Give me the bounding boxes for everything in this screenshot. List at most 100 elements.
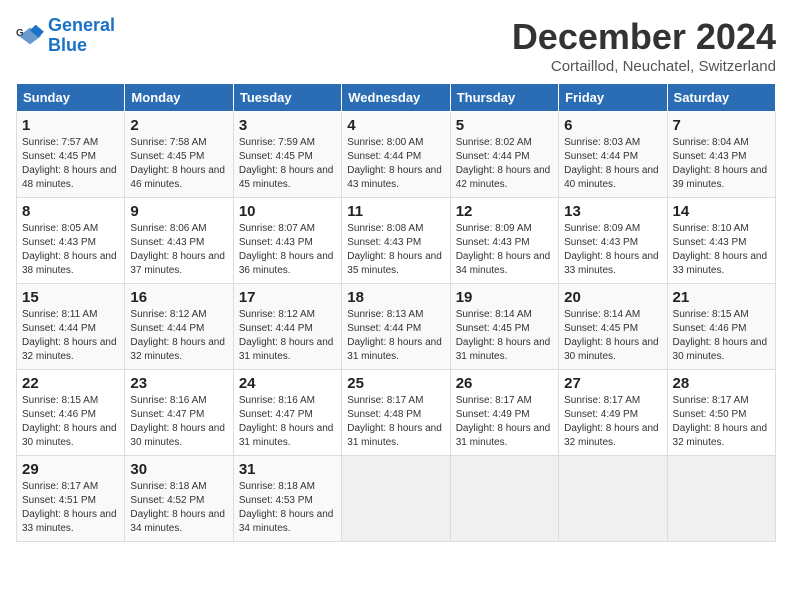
day-number: 20 [564, 289, 661, 306]
calendar-table: SundayMondayTuesdayWednesdayThursdayFrid… [16, 83, 776, 542]
day-cell: 21 Sunrise: 8:15 AM Sunset: 4:46 PM Dayl… [667, 284, 775, 370]
day-info: Sunrise: 8:14 AM Sunset: 4:45 PM Dayligh… [564, 308, 661, 364]
day-cell: 11 Sunrise: 8:08 AM Sunset: 4:43 PM Dayl… [342, 198, 450, 284]
day-info: Sunrise: 8:17 AM Sunset: 4:49 PM Dayligh… [456, 394, 553, 450]
day-cell: 23 Sunrise: 8:16 AM Sunset: 4:47 PM Dayl… [125, 370, 233, 456]
day-info: Sunrise: 8:12 AM Sunset: 4:44 PM Dayligh… [130, 308, 227, 364]
week-row-0: 1 Sunrise: 7:57 AM Sunset: 4:45 PM Dayli… [17, 112, 776, 198]
header-tuesday: Tuesday [233, 84, 341, 112]
logo-general: General [48, 15, 115, 35]
day-cell [667, 456, 775, 542]
day-number: 3 [239, 117, 336, 134]
calendar-header: SundayMondayTuesdayWednesdayThursdayFrid… [17, 84, 776, 112]
header: G General Blue December 2024 Cortaillod,… [16, 16, 776, 75]
day-cell: 8 Sunrise: 8:05 AM Sunset: 4:43 PM Dayli… [17, 198, 125, 284]
day-number: 7 [673, 117, 770, 134]
day-info: Sunrise: 8:12 AM Sunset: 4:44 PM Dayligh… [239, 308, 336, 364]
header-thursday: Thursday [450, 84, 558, 112]
header-row: SundayMondayTuesdayWednesdayThursdayFrid… [17, 84, 776, 112]
day-number: 16 [130, 289, 227, 306]
day-cell: 22 Sunrise: 8:15 AM Sunset: 4:46 PM Dayl… [17, 370, 125, 456]
header-wednesday: Wednesday [342, 84, 450, 112]
day-number: 12 [456, 203, 553, 220]
day-cell: 26 Sunrise: 8:17 AM Sunset: 4:49 PM Dayl… [450, 370, 558, 456]
day-number: 19 [456, 289, 553, 306]
day-number: 6 [564, 117, 661, 134]
day-number: 2 [130, 117, 227, 134]
day-number: 31 [239, 461, 336, 478]
header-friday: Friday [559, 84, 667, 112]
day-cell: 25 Sunrise: 8:17 AM Sunset: 4:48 PM Dayl… [342, 370, 450, 456]
logo-icon: G [16, 22, 44, 50]
day-cell: 30 Sunrise: 8:18 AM Sunset: 4:52 PM Dayl… [125, 456, 233, 542]
day-cell: 17 Sunrise: 8:12 AM Sunset: 4:44 PM Dayl… [233, 284, 341, 370]
day-cell [450, 456, 558, 542]
day-info: Sunrise: 8:11 AM Sunset: 4:44 PM Dayligh… [22, 308, 119, 364]
day-cell: 27 Sunrise: 8:17 AM Sunset: 4:49 PM Dayl… [559, 370, 667, 456]
logo-text: General Blue [48, 16, 115, 56]
day-cell: 10 Sunrise: 8:07 AM Sunset: 4:43 PM Dayl… [233, 198, 341, 284]
day-info: Sunrise: 8:13 AM Sunset: 4:44 PM Dayligh… [347, 308, 444, 364]
day-number: 21 [673, 289, 770, 306]
day-number: 4 [347, 117, 444, 134]
day-cell: 19 Sunrise: 8:14 AM Sunset: 4:45 PM Dayl… [450, 284, 558, 370]
header-saturday: Saturday [667, 84, 775, 112]
day-info: Sunrise: 7:57 AM Sunset: 4:45 PM Dayligh… [22, 136, 119, 192]
day-number: 13 [564, 203, 661, 220]
week-row-1: 8 Sunrise: 8:05 AM Sunset: 4:43 PM Dayli… [17, 198, 776, 284]
day-cell: 15 Sunrise: 8:11 AM Sunset: 4:44 PM Dayl… [17, 284, 125, 370]
day-info: Sunrise: 8:14 AM Sunset: 4:45 PM Dayligh… [456, 308, 553, 364]
day-number: 17 [239, 289, 336, 306]
day-info: Sunrise: 8:17 AM Sunset: 4:51 PM Dayligh… [22, 480, 119, 536]
day-info: Sunrise: 8:16 AM Sunset: 4:47 PM Dayligh… [130, 394, 227, 450]
day-number: 8 [22, 203, 119, 220]
calendar-body: 1 Sunrise: 7:57 AM Sunset: 4:45 PM Dayli… [17, 112, 776, 542]
day-number: 9 [130, 203, 227, 220]
day-cell: 5 Sunrise: 8:02 AM Sunset: 4:44 PM Dayli… [450, 112, 558, 198]
day-info: Sunrise: 8:15 AM Sunset: 4:46 PM Dayligh… [22, 394, 119, 450]
day-cell: 6 Sunrise: 8:03 AM Sunset: 4:44 PM Dayli… [559, 112, 667, 198]
day-cell: 2 Sunrise: 7:58 AM Sunset: 4:45 PM Dayli… [125, 112, 233, 198]
day-cell: 24 Sunrise: 8:16 AM Sunset: 4:47 PM Dayl… [233, 370, 341, 456]
day-number: 11 [347, 203, 444, 220]
day-info: Sunrise: 8:07 AM Sunset: 4:43 PM Dayligh… [239, 222, 336, 278]
day-cell: 16 Sunrise: 8:12 AM Sunset: 4:44 PM Dayl… [125, 284, 233, 370]
week-row-3: 22 Sunrise: 8:15 AM Sunset: 4:46 PM Dayl… [17, 370, 776, 456]
day-number: 22 [22, 375, 119, 392]
day-info: Sunrise: 8:04 AM Sunset: 4:43 PM Dayligh… [673, 136, 770, 192]
week-row-4: 29 Sunrise: 8:17 AM Sunset: 4:51 PM Dayl… [17, 456, 776, 542]
day-info: Sunrise: 8:15 AM Sunset: 4:46 PM Dayligh… [673, 308, 770, 364]
day-info: Sunrise: 8:03 AM Sunset: 4:44 PM Dayligh… [564, 136, 661, 192]
day-cell: 7 Sunrise: 8:04 AM Sunset: 4:43 PM Dayli… [667, 112, 775, 198]
day-info: Sunrise: 8:02 AM Sunset: 4:44 PM Dayligh… [456, 136, 553, 192]
day-info: Sunrise: 8:00 AM Sunset: 4:44 PM Dayligh… [347, 136, 444, 192]
header-monday: Monday [125, 84, 233, 112]
day-info: Sunrise: 8:17 AM Sunset: 4:50 PM Dayligh… [673, 394, 770, 450]
day-number: 25 [347, 375, 444, 392]
day-info: Sunrise: 8:17 AM Sunset: 4:49 PM Dayligh… [564, 394, 661, 450]
day-number: 23 [130, 375, 227, 392]
day-cell [559, 456, 667, 542]
header-sunday: Sunday [17, 84, 125, 112]
day-cell: 13 Sunrise: 8:09 AM Sunset: 4:43 PM Dayl… [559, 198, 667, 284]
day-info: Sunrise: 8:09 AM Sunset: 4:43 PM Dayligh… [456, 222, 553, 278]
day-number: 27 [564, 375, 661, 392]
day-cell: 14 Sunrise: 8:10 AM Sunset: 4:43 PM Dayl… [667, 198, 775, 284]
logo: G General Blue [16, 16, 115, 56]
day-info: Sunrise: 7:58 AM Sunset: 4:45 PM Dayligh… [130, 136, 227, 192]
day-number: 24 [239, 375, 336, 392]
logo-blue: Blue [48, 36, 115, 56]
day-info: Sunrise: 8:05 AM Sunset: 4:43 PM Dayligh… [22, 222, 119, 278]
day-info: Sunrise: 8:16 AM Sunset: 4:47 PM Dayligh… [239, 394, 336, 450]
day-info: Sunrise: 8:18 AM Sunset: 4:53 PM Dayligh… [239, 480, 336, 536]
day-number: 26 [456, 375, 553, 392]
day-cell: 3 Sunrise: 7:59 AM Sunset: 4:45 PM Dayli… [233, 112, 341, 198]
subtitle: Cortaillod, Neuchatel, Switzerland [512, 58, 776, 75]
day-number: 5 [456, 117, 553, 134]
day-cell: 9 Sunrise: 8:06 AM Sunset: 4:43 PM Dayli… [125, 198, 233, 284]
day-info: Sunrise: 8:06 AM Sunset: 4:43 PM Dayligh… [130, 222, 227, 278]
day-cell: 12 Sunrise: 8:09 AM Sunset: 4:43 PM Dayl… [450, 198, 558, 284]
day-info: Sunrise: 8:08 AM Sunset: 4:43 PM Dayligh… [347, 222, 444, 278]
month-title: December 2024 [512, 16, 776, 58]
day-number: 1 [22, 117, 119, 134]
